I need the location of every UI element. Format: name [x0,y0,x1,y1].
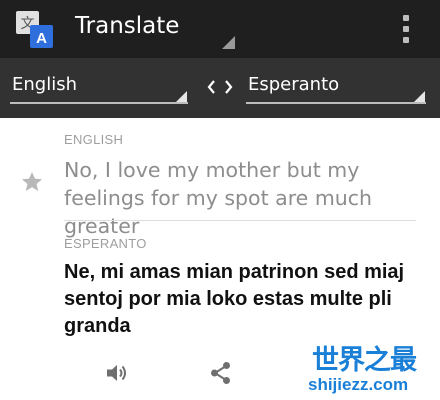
dropdown-corner-icon [176,91,187,102]
source-language-dropdown[interactable]: English [10,70,188,104]
title-dropdown-indicator [222,36,235,49]
watermark-url: shijiezz.com [308,375,409,394]
divider [64,220,416,221]
translated-text[interactable]: Ne, mi amas mian patrinon sed miaj sento… [64,259,434,340]
language-bar: English Esperanto [0,58,440,118]
dropdown-underline [246,102,426,104]
app-title[interactable]: Translate [75,13,179,39]
swap-languages-button[interactable] [200,70,240,104]
overflow-menu-icon[interactable] [396,12,418,46]
source-language-label: English [12,74,77,95]
target-language-label: Esperanto [248,74,340,95]
speaker-icon[interactable] [104,360,130,386]
source-text[interactable]: No, I love my mother but my feelings for… [64,156,424,240]
share-icon[interactable] [208,360,234,386]
target-language-dropdown[interactable]: Esperanto [246,70,426,104]
svg-text:A: A [36,30,47,47]
dropdown-underline [10,102,188,104]
app-bar: 文 A Translate [0,0,440,58]
source-language-heading: ENGLISH [64,132,124,147]
watermark-brand: 世界之最 [312,345,417,376]
dropdown-corner-icon [414,91,425,102]
swap-icon [207,80,233,94]
translate-app-icon[interactable]: 文 A [15,10,55,50]
star-icon[interactable] [20,170,44,194]
target-language-heading: ESPERANTO [64,236,147,251]
